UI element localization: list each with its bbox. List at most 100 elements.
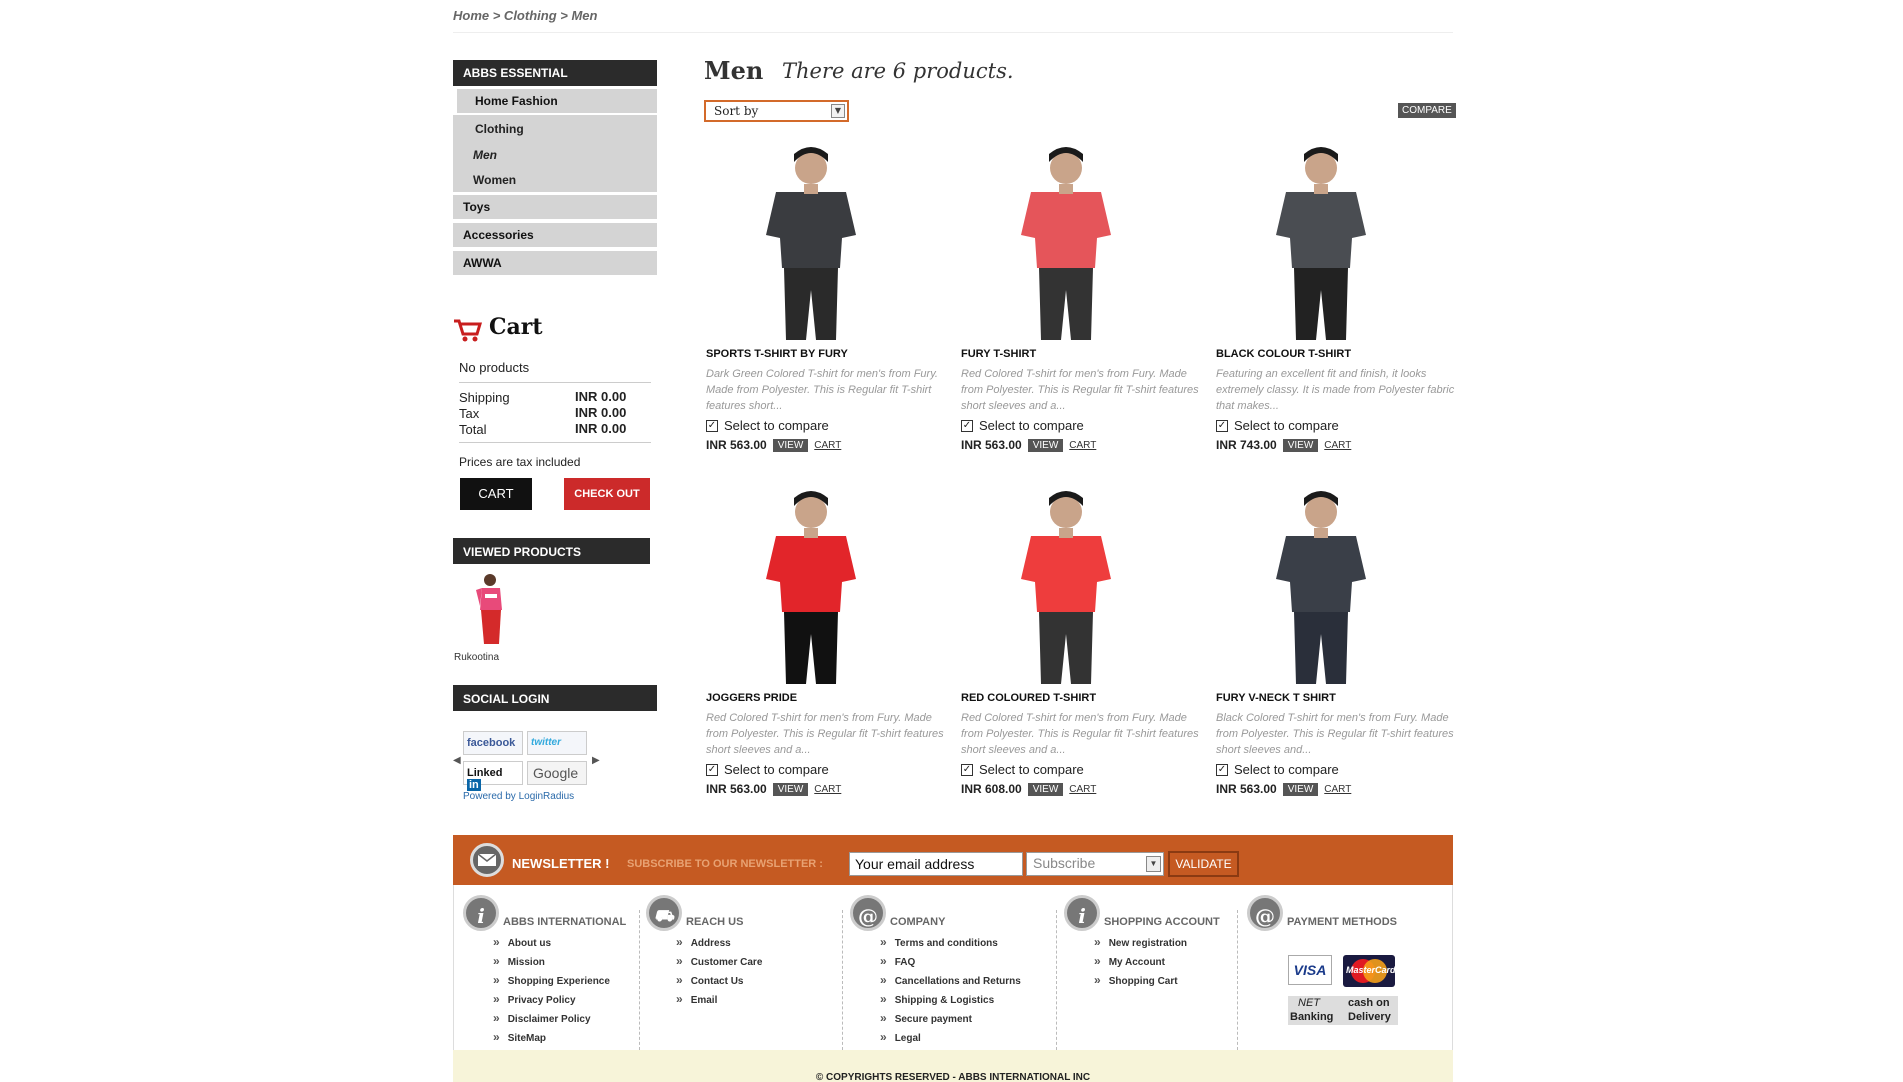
sidebar-item-men[interactable]: Men: [473, 148, 497, 162]
product-name[interactable]: BLACK COLOUR T-SHIRT: [1216, 348, 1456, 360]
product-name[interactable]: FURY V-NECK T SHIRT: [1216, 692, 1456, 704]
cart-shipping-label: Shipping: [459, 390, 510, 405]
footer-link[interactable]: About us: [493, 935, 626, 949]
product-image[interactable]: [991, 484, 1141, 684]
sidebar-item-home-fashion[interactable]: Home Fashion: [457, 89, 657, 113]
linkedin-login-button[interactable]: Linked in: [463, 761, 523, 791]
sidebar-item-accessories[interactable]: Accessories: [453, 223, 657, 247]
add-to-cart-link[interactable]: CART: [1069, 784, 1096, 795]
banking-label: Banking: [1290, 1011, 1334, 1023]
product-image[interactable]: [991, 140, 1141, 340]
footer-link[interactable]: Shopping Cart: [1094, 973, 1220, 987]
footer-link[interactable]: Address: [676, 935, 762, 949]
product-name[interactable]: JOGGERS PRIDE: [706, 692, 946, 704]
product-image[interactable]: [1246, 140, 1396, 340]
footer-link[interactable]: Terms and conditions: [880, 935, 1021, 949]
compare-checkbox-row[interactable]: ✓ Select to compare: [706, 762, 946, 777]
product-price-row: INR 743.00 VIEW CART: [1216, 438, 1456, 452]
add-to-cart-link[interactable]: CART: [1324, 440, 1351, 451]
checkout-button[interactable]: CHECK OUT: [564, 478, 650, 510]
cart-button[interactable]: CART: [460, 478, 532, 510]
product-image[interactable]: [1246, 484, 1396, 684]
footer-link[interactable]: Shipping & Logistics: [880, 992, 1021, 1006]
viewed-product-label[interactable]: Rukootina: [454, 652, 499, 663]
footer-link[interactable]: Cancellations and Returns: [880, 973, 1021, 987]
google-login-button[interactable]: Google: [527, 761, 587, 785]
footer-link[interactable]: Customer Care: [676, 954, 763, 968]
twitter-login-button[interactable]: twitter: [527, 731, 587, 755]
footer-link[interactable]: Shopping Experience: [493, 973, 626, 987]
prev-arrow-icon[interactable]: ◀: [453, 755, 461, 766]
product-image[interactable]: [736, 140, 886, 340]
footer-links-3: Terms and conditions FAQ Cancellations a…: [880, 935, 1021, 1044]
view-button[interactable]: VIEW: [1027, 438, 1064, 452]
cart-total-label: Total: [459, 422, 487, 437]
view-button[interactable]: VIEW: [772, 438, 809, 452]
compare-label: Select to compare: [724, 762, 829, 777]
add-to-cart-link[interactable]: CART: [814, 440, 841, 451]
sort-select[interactable]: Sort by ▼: [704, 100, 849, 122]
footer-link[interactable]: My Account: [1094, 954, 1220, 968]
newsletter-subscribe-select[interactable]: Subscribe ▼: [1026, 852, 1164, 876]
category-header[interactable]: ABBS ESSENTIAL: [453, 60, 657, 86]
compare-button[interactable]: COMPARE: [1398, 103, 1456, 118]
sidebar-item-women[interactable]: Women: [473, 173, 516, 187]
next-arrow-icon[interactable]: ▶: [592, 755, 600, 766]
product-card[interactable]: BLACK COLOUR T-SHIRT Featuring an excelle…: [1216, 140, 1456, 452]
product-card[interactable]: JOGGERS PRIDE Red Colored T-shirt for men…: [706, 484, 946, 796]
product-card[interactable]: RED COLOURED T-SHIRT Red Colored T-shirt …: [961, 484, 1201, 796]
sidebar-item-toys[interactable]: Toys: [453, 195, 657, 219]
footer-divider: [842, 910, 843, 1050]
product-name[interactable]: SPORTS T-SHIRT BY FURY: [706, 348, 946, 360]
compare-checkbox-row[interactable]: ✓ Select to compare: [961, 418, 1201, 433]
footer-link[interactable]: FAQ: [880, 954, 1021, 968]
product-image[interactable]: [736, 484, 886, 684]
newsletter-email-input[interactable]: Your email address: [849, 852, 1023, 876]
footer-col-1: i ABBS INTERNATIONAL About us Mission Sh…: [463, 895, 626, 1049]
footer-link[interactable]: Mission: [493, 954, 626, 968]
cart-divider-2: [459, 442, 651, 443]
compare-checkbox[interactable]: ✓: [706, 763, 718, 776]
product-card[interactable]: SPORTS T-SHIRT BY FURY Dark Green Colored…: [706, 140, 946, 452]
compare-checkbox-row[interactable]: ✓ Select to compare: [1216, 762, 1456, 777]
compare-checkbox[interactable]: ✓: [961, 763, 973, 776]
footer-link[interactable]: New registration: [1094, 935, 1220, 949]
footer-link[interactable]: SiteMap: [493, 1030, 626, 1044]
compare-checkbox[interactable]: ✓: [706, 419, 718, 432]
compare-checkbox[interactable]: ✓: [1216, 763, 1228, 776]
compare-checkbox[interactable]: ✓: [961, 419, 973, 432]
compare-checkbox-row[interactable]: ✓ Select to compare: [1216, 418, 1456, 433]
product-description: Featuring an excellent fit and finish, i…: [1216, 368, 1455, 412]
footer-link[interactable]: Email: [676, 992, 762, 1006]
view-button[interactable]: VIEW: [1282, 438, 1319, 452]
compare-checkbox-row[interactable]: ✓ Select to compare: [961, 762, 1201, 777]
add-to-cart-link[interactable]: CART: [1324, 784, 1351, 795]
footer-link[interactable]: Secure payment: [880, 1011, 1021, 1025]
compare-checkbox-row[interactable]: ✓ Select to compare: [706, 418, 946, 433]
add-to-cart-link[interactable]: CART: [814, 784, 841, 795]
view-button[interactable]: VIEW: [1282, 782, 1319, 796]
viewed-product-thumb[interactable]: [468, 570, 518, 648]
view-button[interactable]: VIEW: [772, 782, 809, 796]
visa-logo: VISA: [1288, 955, 1332, 985]
product-card[interactable]: FURY V-NECK T SHIRT Black Colored T-shirt…: [1216, 484, 1456, 796]
powered-by-link[interactable]: Powered by LoginRadius: [463, 791, 574, 802]
validate-button[interactable]: VALIDATE: [1168, 851, 1239, 877]
facebook-login-button[interactable]: facebook: [463, 731, 523, 755]
compare-checkbox[interactable]: ✓: [1216, 419, 1228, 432]
net-label: NET: [1298, 997, 1320, 1009]
product-name[interactable]: FURY T-SHIRT: [961, 348, 1201, 360]
sidebar-item-awwa[interactable]: AWWA: [453, 251, 657, 275]
sidebar-item-clothing[interactable]: Clothing: [475, 122, 524, 136]
footer-link[interactable]: Contact Us: [676, 973, 762, 987]
view-button[interactable]: VIEW: [1027, 782, 1064, 796]
footer-link[interactable]: Legal: [880, 1030, 1021, 1044]
add-to-cart-link[interactable]: CART: [1069, 440, 1096, 451]
product-price: INR 563.00: [1216, 782, 1277, 796]
footer-link[interactable]: Privacy Policy: [493, 992, 626, 1006]
footer-link[interactable]: Disclaimer Policy: [493, 1011, 626, 1025]
breadcrumb[interactable]: Home > Clothing > Men: [453, 8, 597, 23]
product-card[interactable]: FURY T-SHIRT Red Colored T-shirt for men'…: [961, 140, 1201, 452]
product-name[interactable]: RED COLOURED T-SHIRT: [961, 692, 1201, 704]
tax-note: Prices are tax included: [459, 455, 581, 469]
